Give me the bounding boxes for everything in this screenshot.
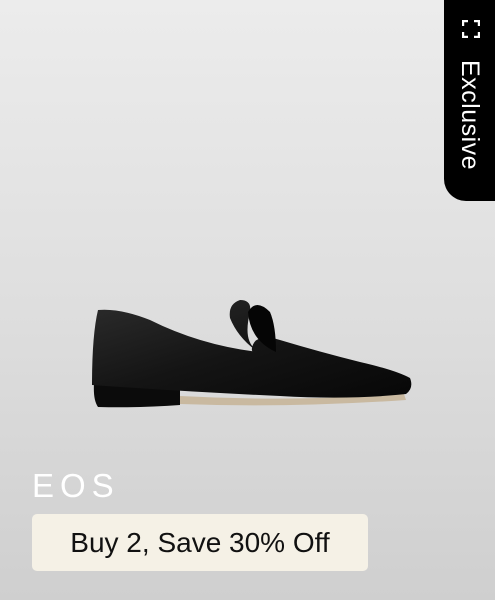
exclusive-badge: Exclusive	[444, 0, 495, 201]
product-image	[92, 300, 412, 408]
product-card[interactable]: Exclusive EOS Buy 2, Save 30% Off	[0, 0, 495, 600]
exclusive-label: Exclusive	[456, 60, 484, 171]
brand-name[interactable]: EOS	[32, 468, 120, 504]
expand-corners-icon	[462, 20, 480, 38]
promo-badge[interactable]: Buy 2, Save 30% Off	[32, 514, 368, 571]
